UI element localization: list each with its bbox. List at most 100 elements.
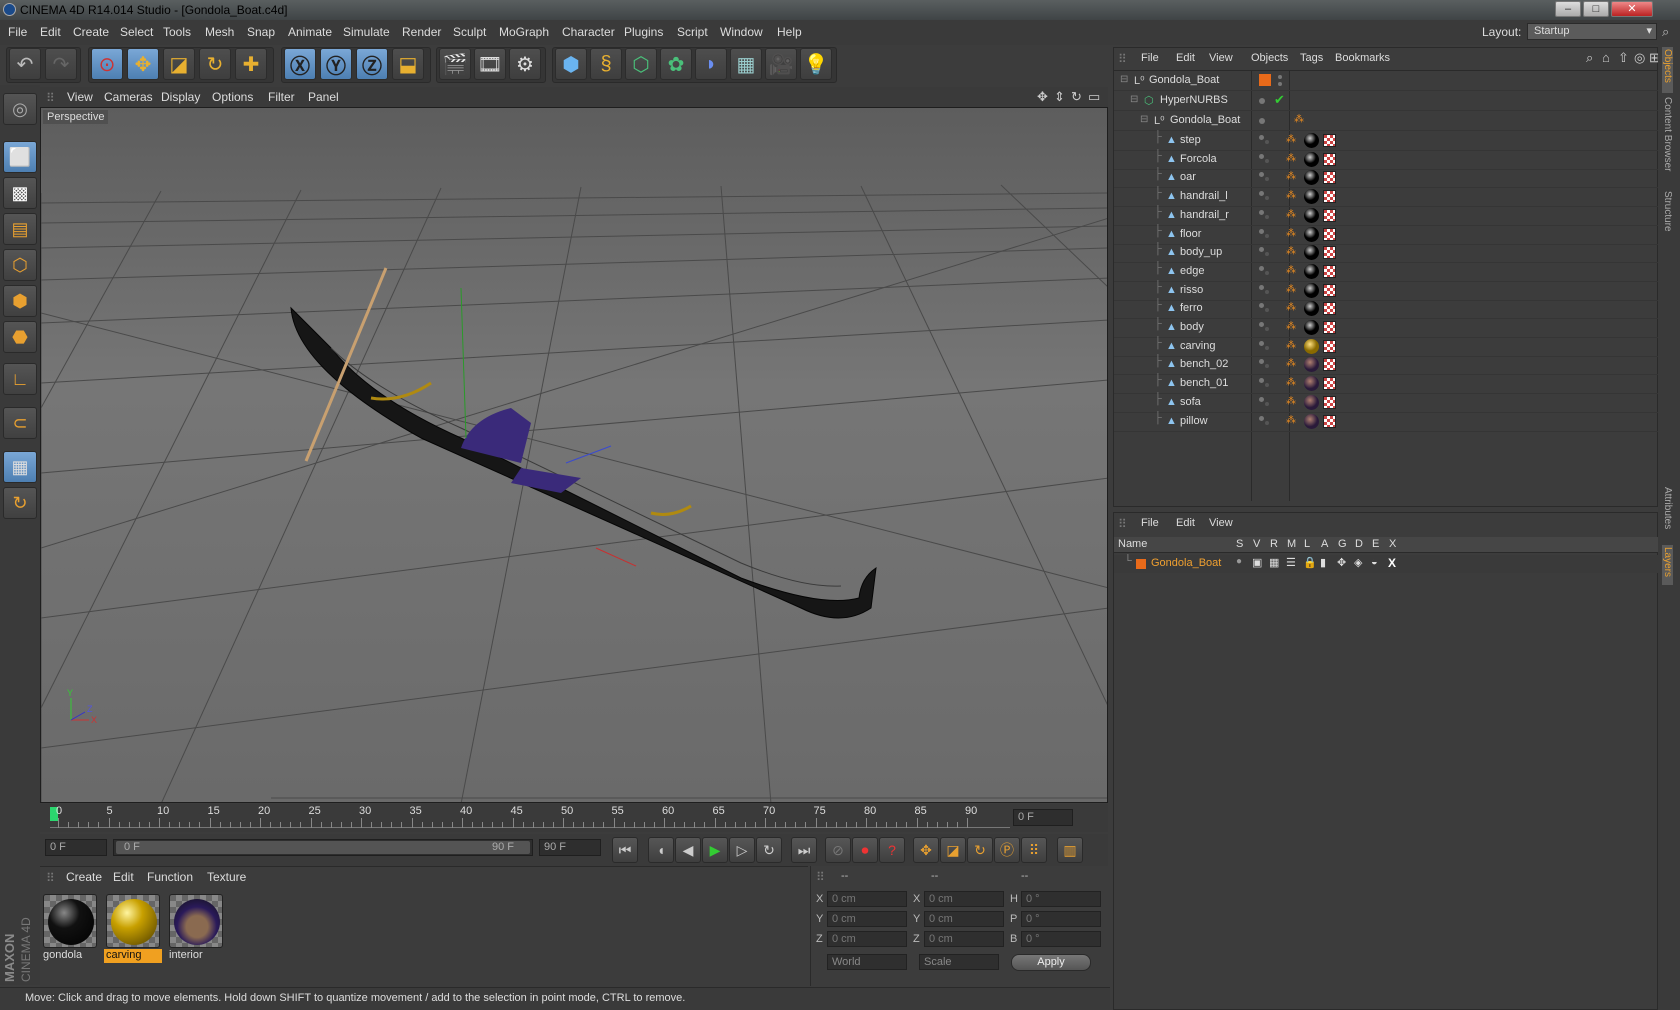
visibility-editor-dot[interactable] <box>1259 172 1264 178</box>
add-object-icon[interactable]: ✚ <box>235 48 267 80</box>
solo-icon[interactable]: ● <box>1236 556 1242 567</box>
visibility-render-dot[interactable] <box>1265 308 1269 313</box>
uvw-tag-icon[interactable] <box>1323 152 1336 166</box>
play-icon[interactable]: ▶ <box>702 837 728 863</box>
material-gondola[interactable]: gondola <box>41 892 99 964</box>
visibility-render-dot[interactable] <box>1265 140 1269 144</box>
visibility-render-dot[interactable] <box>1278 82 1282 86</box>
model-mode-icon[interactable]: ⬜ <box>3 141 37 173</box>
visibility-editor-dot[interactable] <box>1259 396 1264 402</box>
object-row-body_up[interactable]: ├ ▲ body_up ⁂ <box>1114 243 1659 264</box>
object-row-sofa[interactable]: ├ ▲ sofa ⁂ <box>1114 393 1659 413</box>
viewport-menu-display[interactable]: Display <box>161 90 200 104</box>
uvw-tag-icon[interactable] <box>1323 227 1336 241</box>
menu-snap[interactable]: Snap <box>247 25 275 39</box>
deformer-icon[interactable]: ◗ <box>695 48 727 80</box>
goto-start-icon[interactable]: ⏮ <box>612 837 638 863</box>
viewport-menu-options[interactable]: Options <box>212 90 253 104</box>
phong-tag-icon[interactable]: ⁂ <box>1286 172 1296 182</box>
pos-z-field[interactable]: 0 cm <box>827 931 907 947</box>
object-row-handrail_r[interactable]: ├ ▲ handrail_r ⁂ <box>1114 206 1659 226</box>
layer-col-m[interactable]: M <box>1287 538 1296 550</box>
visibility-dot[interactable] <box>1259 98 1265 104</box>
visibility-render-dot[interactable] <box>1265 420 1269 425</box>
menu-window[interactable]: Window <box>720 25 763 39</box>
current-frame-field[interactable]: 0 F <box>1013 809 1073 826</box>
uvw-tag-icon[interactable] <box>1323 321 1336 334</box>
object-row-floor[interactable]: ├ ▲ floor ⁂ <box>1114 225 1659 245</box>
menu-select[interactable]: Select <box>120 25 153 39</box>
material-tag-icon[interactable] <box>1304 394 1319 410</box>
material-menu-texture[interactable]: Texture <box>207 870 246 884</box>
visibility-render-dot[interactable] <box>1265 214 1269 219</box>
layer-menu-view[interactable]: View <box>1209 517 1233 529</box>
phong-tag-icon[interactable]: ⁂ <box>1286 340 1296 351</box>
lock-icon[interactable]: 🔒 <box>1303 556 1317 569</box>
object-row-oar[interactable]: ├ ▲ oar ⁂ <box>1114 168 1659 189</box>
object-menu-tags[interactable]: Tags <box>1300 52 1323 64</box>
material-menu-function[interactable]: Function <box>147 870 193 884</box>
polygons-mode-icon[interactable]: ⬣ <box>3 321 37 353</box>
layer-col-a[interactable]: A <box>1321 538 1328 550</box>
object-row-group[interactable]: ⊟ L⁰ Gondola_Boat ⁂ <box>1114 111 1659 131</box>
deformers-icon[interactable]: ◈ <box>1354 556 1362 569</box>
spline-icon[interactable]: § <box>590 48 622 80</box>
size-y-field[interactable]: 0 cm <box>924 911 1004 927</box>
uvw-tag-icon[interactable] <box>1323 414 1336 428</box>
side-tab-layers[interactable]: Layers <box>1662 545 1673 585</box>
phong-tag-icon[interactable]: ⁂ <box>1286 265 1296 276</box>
object-row-ferro[interactable]: ├ ▲ ferro ⁂ <box>1114 299 1659 320</box>
x-axis-icon[interactable]: Ⓧ <box>284 48 316 80</box>
uvw-tag-icon[interactable] <box>1323 358 1336 372</box>
material-tag-icon[interactable] <box>1304 301 1319 317</box>
visibility-render-dot[interactable] <box>1265 177 1269 182</box>
visibility-render-dot[interactable] <box>1265 196 1269 201</box>
render-picture-viewer-icon[interactable]: 🎞 <box>474 48 506 80</box>
axis-mode-icon[interactable]: ∟ <box>3 363 37 395</box>
layer-row[interactable]: └ Gondola_Boat ● ▣ ▦ ☰ 🔒 ▮ ✥ ◈ ◒ X <box>1114 555 1659 573</box>
visibility-editor-dot[interactable] <box>1259 359 1264 365</box>
timeline-ruler[interactable]: 0 5 10 15 20 25 30 35 40 45 50 55 60 65 70 75 80 85 90 0 F <box>40 804 1108 832</box>
phong-tag-icon[interactable]: ⁂ <box>1286 228 1296 239</box>
phong-tag-icon[interactable]: ⁂ <box>1286 322 1296 332</box>
phong-tag-icon[interactable]: ⁂ <box>1286 153 1296 164</box>
visibility-editor-dot[interactable] <box>1259 247 1264 253</box>
scale-icon[interactable]: ◪ <box>163 48 195 80</box>
menu-animate[interactable]: Animate <box>288 25 332 39</box>
next-key-icon[interactable]: ↻ <box>756 837 782 863</box>
visibility-render-dot[interactable] <box>1265 345 1269 350</box>
pan-view-icon[interactable]: ✥ <box>1037 89 1048 105</box>
goto-end-icon[interactable]: ⏭ <box>791 837 817 863</box>
scale-dropdown[interactable]: Scale <box>919 954 999 970</box>
uvw-tag-icon[interactable] <box>1323 246 1336 260</box>
live-selection-icon[interactable]: ⊙ <box>91 48 123 80</box>
visibility-editor-dot[interactable] <box>1259 191 1264 197</box>
uvw-tag-icon[interactable] <box>1323 264 1336 278</box>
object-row-forcola[interactable]: ├ ▲ Forcola ⁂ <box>1114 150 1659 170</box>
visibility-editor-dot[interactable] <box>1278 75 1282 79</box>
viewport-menu-cameras[interactable]: Cameras <box>104 90 153 104</box>
layer-col-s[interactable]: S <box>1236 538 1243 550</box>
material-menu-create[interactable]: Create <box>66 870 102 884</box>
uvw-tag-icon[interactable] <box>1323 283 1336 297</box>
nurbs-icon[interactable]: ⬡ <box>625 48 657 80</box>
end-frame-field[interactable]: 90 F <box>539 839 601 856</box>
object-row-handrail_l[interactable]: ├ ▲ handrail_l ⁂ <box>1114 187 1659 208</box>
layer-col-e[interactable]: E <box>1372 538 1379 550</box>
material-tag-icon[interactable] <box>1304 226 1319 242</box>
side-tab-attributes[interactable]: Attributes <box>1662 487 1673 537</box>
material-tag-icon[interactable] <box>1304 282 1319 298</box>
render-settings-icon[interactable]: ⚙ <box>509 48 541 80</box>
record-keys-icon[interactable]: ⊘ <box>825 837 851 863</box>
menu-edit[interactable]: Edit <box>40 25 61 39</box>
material-interior[interactable]: interior <box>167 892 225 964</box>
menu-sculpt[interactable]: Sculpt <box>453 25 486 39</box>
range-slider-handle[interactable] <box>116 841 530 854</box>
coordinate-system-icon[interactable]: ⬓ <box>392 48 424 80</box>
visibility-dot[interactable] <box>1259 118 1265 124</box>
prev-key-icon[interactable]: ◖ <box>648 837 674 863</box>
auto-keying-icon[interactable]: ⏺ <box>852 837 878 863</box>
object-menu-view[interactable]: View <box>1209 52 1233 64</box>
visibility-render-dot[interactable] <box>1265 327 1269 331</box>
viewport-menu-view[interactable]: View <box>67 90 93 104</box>
